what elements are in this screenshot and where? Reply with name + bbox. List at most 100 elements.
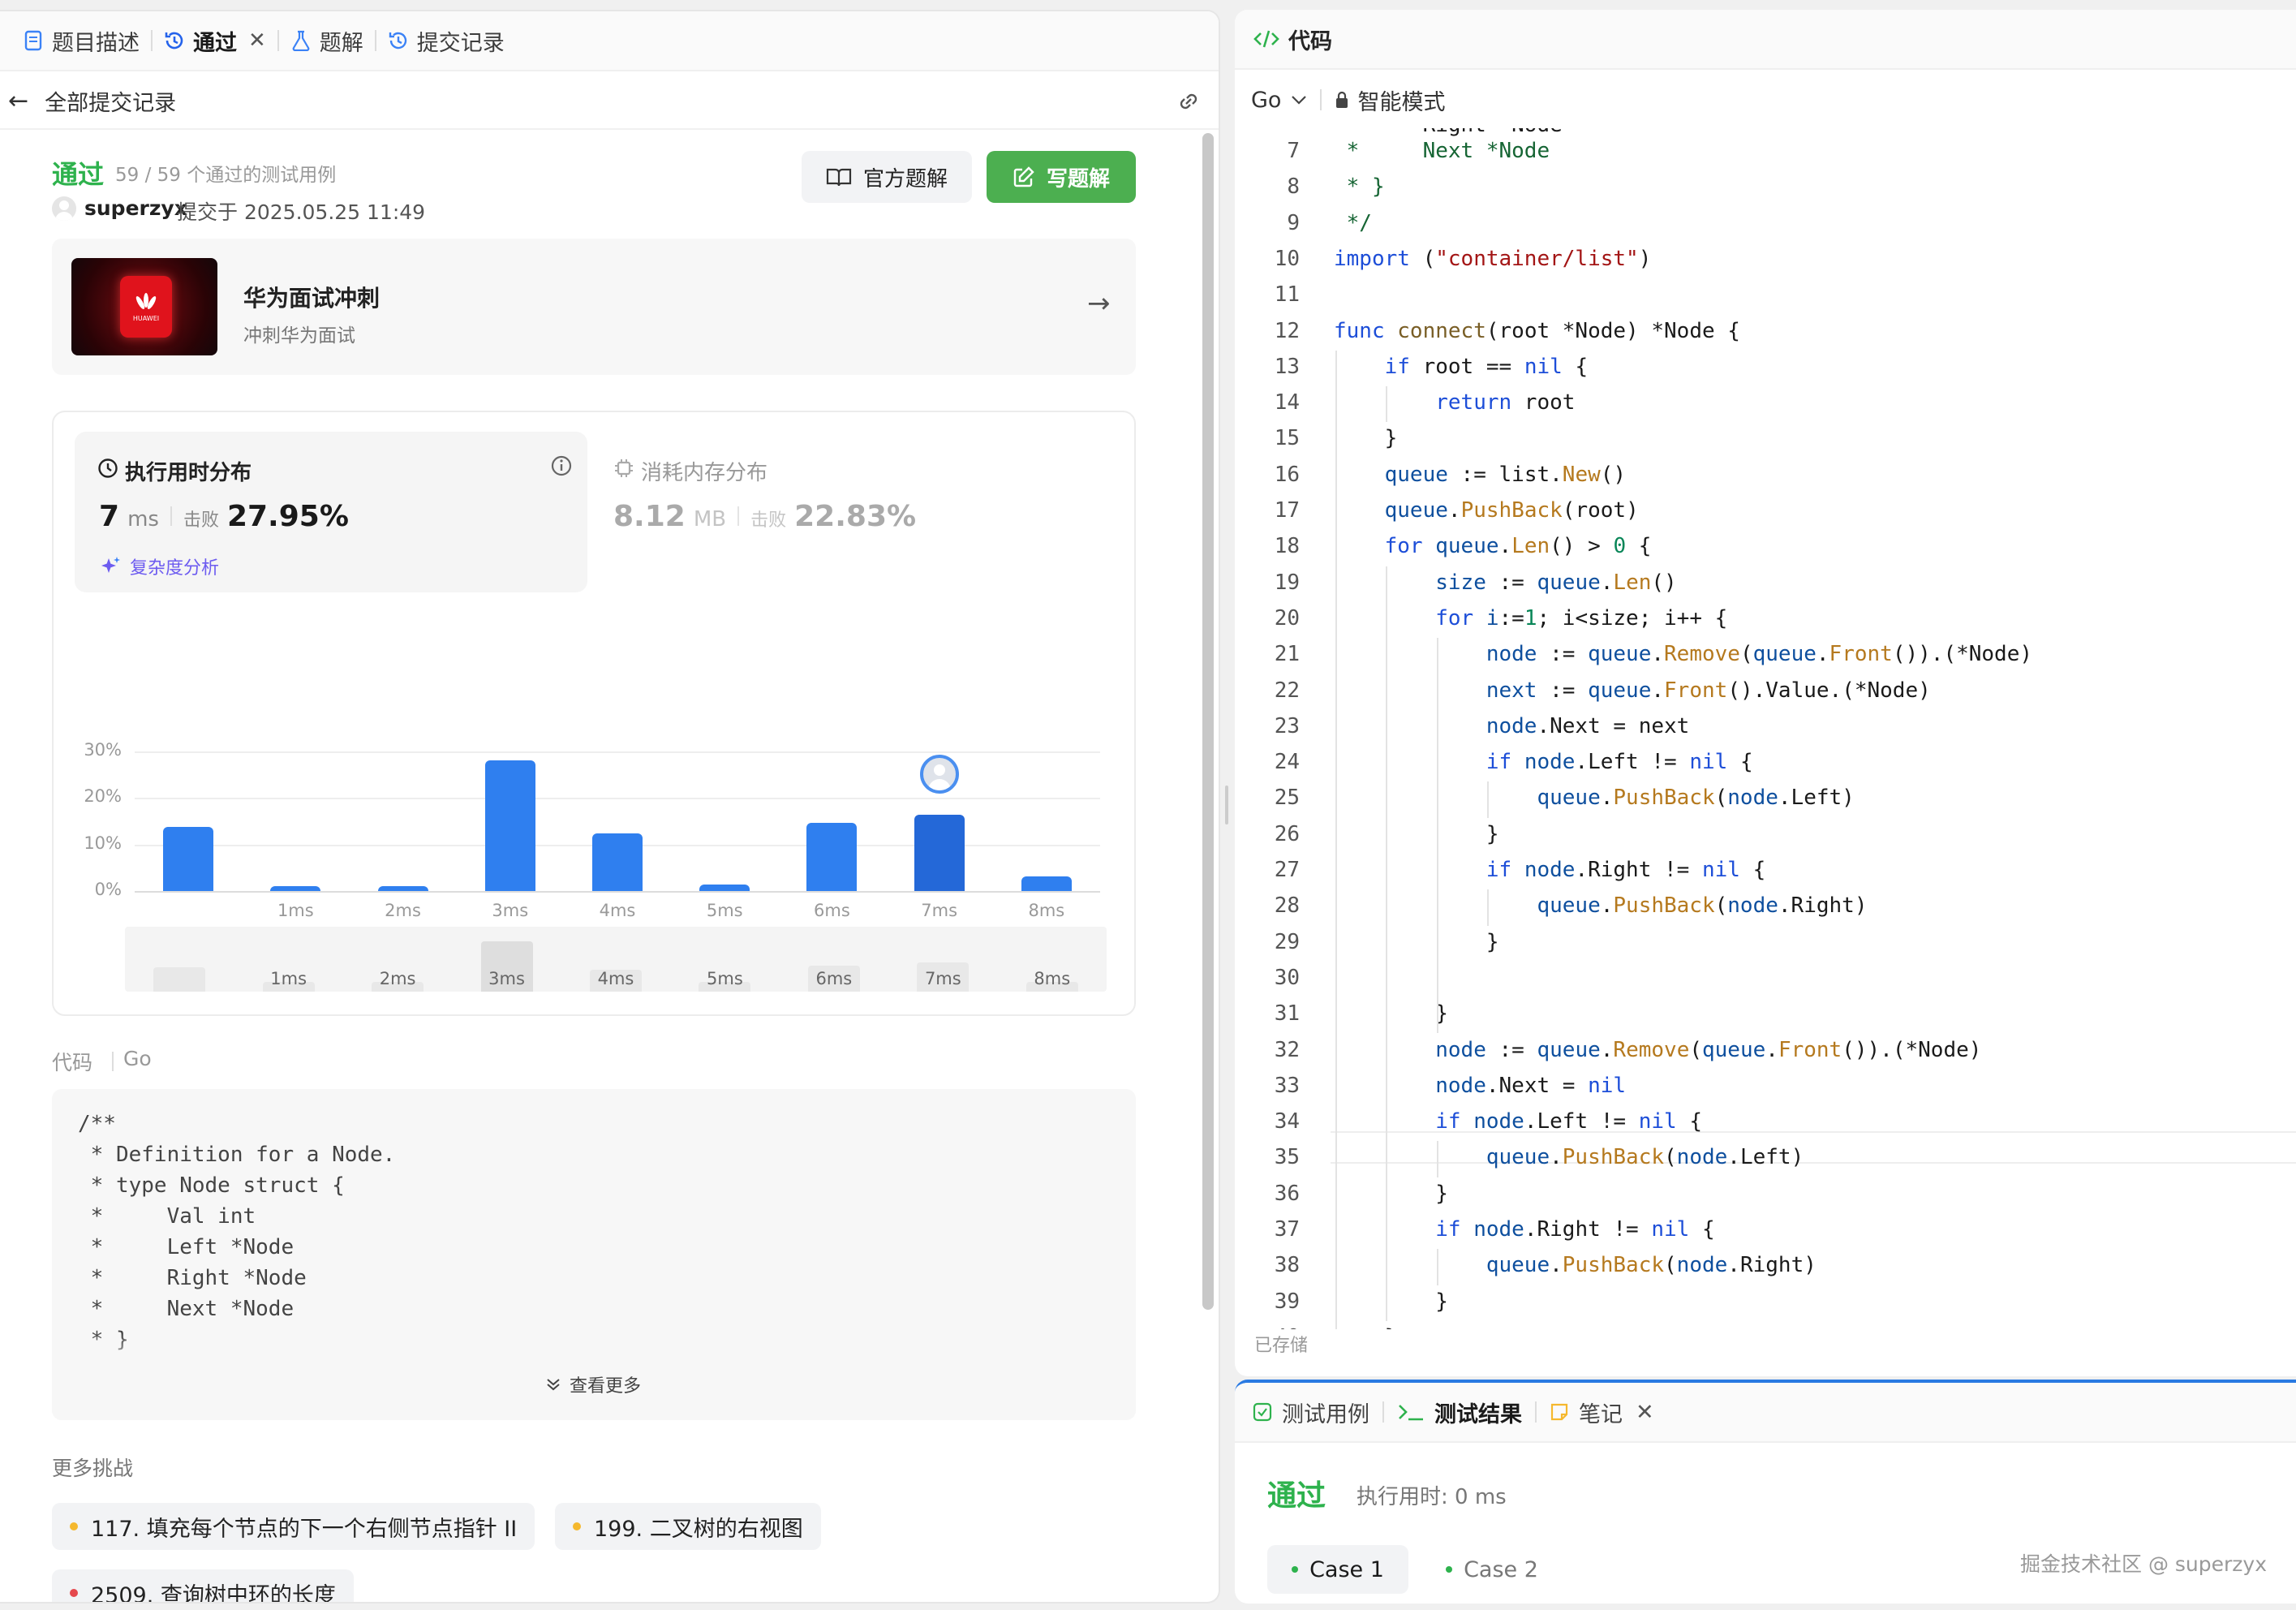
code-text: }	[1334, 1289, 1448, 1314]
smart-mode-toggle[interactable]: 智能模式	[1335, 84, 1445, 116]
book-icon	[826, 166, 852, 187]
chart-bar[interactable]	[699, 884, 750, 891]
complexity-analysis-link[interactable]: 复杂度分析	[99, 553, 219, 579]
code-line: 21 node := queue.Remove(queue.Front()).(…	[1235, 638, 2296, 670]
challenge-chip[interactable]: 2509. 查询树中环的长度	[52, 1569, 354, 1602]
chart-bar[interactable]	[1021, 876, 1072, 891]
history-icon	[388, 30, 409, 51]
code-text: queue.PushBack(node.Right)	[1537, 893, 1868, 919]
code-text: }	[1334, 1181, 1448, 1206]
line-number: 26	[1274, 821, 1300, 846]
scrollbar-thumb[interactable]	[1202, 133, 1214, 1310]
grid-line	[135, 798, 1100, 800]
username[interactable]: superzyx	[84, 196, 187, 220]
code-preview-line: * Val int	[78, 1204, 256, 1229]
my-submission-avatar[interactable]	[919, 754, 959, 794]
code-text: node := queue.Remove(queue.Front()).(*No…	[1435, 1037, 1982, 1062]
case-tab-2[interactable]: Case 2	[1421, 1545, 1563, 1594]
runtime-metric: 7 ms 击败 27.95%	[99, 500, 349, 533]
official-solution-button[interactable]: 官方题解	[802, 151, 972, 203]
chart-bar[interactable]	[806, 822, 858, 891]
promo-card[interactable]: HUAWEI 华为面试冲刺 冲刺华为面试 →	[52, 239, 1136, 375]
runtime-card[interactable]: 执行用时分布 7 ms 击败 27.95% 复杂度分析	[75, 432, 587, 592]
tab-testcases[interactable]: 测试用例	[1253, 1397, 1369, 1428]
line-number: 11	[1274, 282, 1300, 308]
tab-test-result[interactable]: 测试结果	[1397, 1397, 1522, 1428]
chart-bar[interactable]	[914, 814, 965, 891]
runtime-unit: ms	[127, 507, 159, 532]
code-preview-lines: /** * Definition for a Node. * type Node…	[78, 1108, 395, 1355]
line-number: 24	[1274, 750, 1300, 775]
code-text: queue := list.New()	[1384, 462, 1627, 487]
code-preview-line: * Next *Node	[78, 1297, 295, 1321]
code-text: if node.Right != nil {	[1486, 858, 1766, 882]
performance-box: 执行用时分布 7 ms 击败 27.95% 复杂度分析 消耗内存分布 8.12 …	[52, 411, 1136, 1016]
runtime-distribution-chart[interactable]: 0% 10% 20% 30% 1ms 2ms 3ms 4ms 5ms 6ms 7ms 8ms 1ms 2m…	[54, 599, 1137, 1013]
line-number: 36	[1274, 1181, 1300, 1206]
code-line: 26 }	[1235, 818, 2296, 850]
line-number: 19	[1274, 570, 1300, 595]
code-editor[interactable]: * Right *Node 7 * Next *Node8 * }9 */10i…	[1235, 128, 2296, 1329]
link-icon[interactable]	[1175, 88, 1202, 121]
line-number: 28	[1274, 893, 1300, 919]
code-text: }	[1334, 821, 1499, 846]
tab-notes[interactable]: 笔记 ✕	[1550, 1397, 1654, 1428]
line-number: 25	[1274, 786, 1300, 811]
write-solution-button[interactable]: 写题解	[987, 151, 1136, 203]
challenge-chip[interactable]: 117. 填充每个节点的下一个右侧节点指针 II	[52, 1503, 535, 1550]
submitted-time: 提交于 2025.05.25 11:49	[177, 200, 426, 224]
promo-image: HUAWEI	[71, 258, 217, 355]
x-tick-label: 4ms	[599, 901, 636, 920]
code-preview-line: * Definition for a Node.	[78, 1143, 396, 1167]
arrow-left-icon[interactable]: ←	[8, 87, 28, 115]
tab-submissions[interactable]: 提交记录	[376, 11, 516, 71]
runtime-beat-label: 击败	[183, 510, 219, 531]
case-tab-1[interactable]: Case 1	[1267, 1545, 1408, 1594]
code-preview: /** * Definition for a Node. * type Node…	[52, 1089, 1136, 1420]
chart-bar[interactable]	[270, 886, 321, 891]
line-number: 7	[1287, 139, 1300, 163]
divider	[737, 506, 740, 526]
code-line: 10 import ("container/list")	[1235, 243, 2296, 275]
code-editor-panel: 代码 Go 智能模式 * Right *Node 7 * Next *Node8…	[1235, 10, 2296, 1376]
code-text: if node.Left != nil {	[1486, 750, 1753, 775]
document-icon	[23, 30, 44, 51]
tab-description[interactable]: 题目描述	[11, 11, 151, 71]
line-number: 31	[1274, 1001, 1300, 1027]
panel-resize-handle[interactable]	[1225, 786, 1228, 824]
code-text: }	[1334, 1001, 1448, 1027]
chevron-down-icon	[1291, 94, 1307, 105]
saved-status: 已存储	[1254, 1336, 1309, 1356]
view-more-button[interactable]: 查看更多	[544, 1371, 641, 1397]
checkbox-icon	[1253, 1402, 1272, 1422]
all-submissions-link[interactable]: 全部提交记录	[45, 85, 176, 117]
chart-bar[interactable]	[163, 827, 214, 891]
close-icon[interactable]: ✕	[248, 28, 266, 53]
grid-line	[135, 891, 1100, 893]
slider-tick-label: 4ms	[597, 969, 634, 988]
chart-bar[interactable]	[484, 760, 535, 891]
line-number: 10	[1274, 246, 1300, 271]
arrow-right-icon[interactable]: →	[1087, 287, 1111, 320]
chart-bar[interactable]	[377, 886, 428, 891]
slider-tick-label: 1ms	[270, 969, 307, 988]
promo-title: 华为面试冲刺	[243, 285, 381, 312]
code-line: 9 */	[1235, 207, 2296, 239]
line-number: 30	[1274, 965, 1300, 990]
divider	[1320, 89, 1322, 110]
tab-solutions[interactable]: 题解	[279, 11, 375, 71]
line-number: 27	[1274, 858, 1300, 882]
chart-bar[interactable]	[592, 833, 643, 891]
chart-range-slider[interactable]: 1ms 2ms 3ms 4ms 5ms 6ms 7ms 8ms	[125, 927, 1107, 992]
line-number: 16	[1274, 462, 1300, 487]
tab-accepted[interactable]: 通过 ✕	[153, 11, 277, 71]
info-icon[interactable]	[550, 454, 573, 483]
line-number: 18	[1274, 534, 1300, 559]
line-number: 38	[1274, 1253, 1300, 1278]
close-icon[interactable]: ✕	[1636, 1400, 1654, 1425]
challenge-chip[interactable]: 199. 二叉树的右视图	[555, 1503, 821, 1550]
memory-card[interactable]: 消耗内存分布 8.12 MB 击败 22.83%	[613, 432, 1100, 592]
language-select[interactable]: Go	[1251, 88, 1307, 113]
grid-line	[135, 751, 1100, 753]
code-line: 17 queue.PushBack(root)	[1235, 494, 2296, 527]
